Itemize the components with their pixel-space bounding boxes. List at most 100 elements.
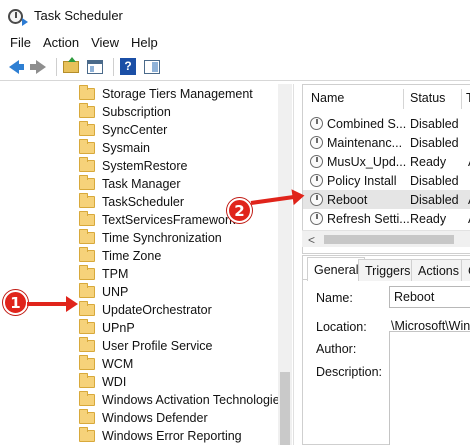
tree-item[interactable]: Storage Tiers Management <box>79 85 253 103</box>
name-label: Name: <box>316 291 353 305</box>
task-row[interactable]: MusUx_Upd...ReadyA <box>303 152 470 171</box>
task-clock-icon <box>310 155 323 168</box>
tree-item[interactable]: UPnP <box>79 319 135 337</box>
tree-item-label: SystemRestore <box>102 159 188 173</box>
tree-item[interactable]: Windows Error Reporting <box>79 427 242 445</box>
task-name: Combined S... <box>327 116 407 131</box>
tree-item[interactable]: Time Zone <box>79 247 161 265</box>
column-divider[interactable] <box>461 89 462 109</box>
task-row[interactable]: Refresh Setti...ReadyA <box>303 209 470 228</box>
tree-item[interactable]: WDI <box>79 373 126 391</box>
tree-item[interactable]: Subscription <box>79 103 171 121</box>
tree-item-label: Sysmain <box>102 141 150 155</box>
description-field[interactable] <box>389 331 470 445</box>
task-clock-icon <box>310 212 323 225</box>
task-row[interactable]: Maintenanc... Disabled <box>303 133 470 152</box>
task-row[interactable]: Combined S... Disabled <box>303 114 470 133</box>
annotation-badge-1: 1 <box>3 290 28 315</box>
folder-icon <box>79 85 95 100</box>
folder-icon <box>79 157 95 172</box>
author-label: Author: <box>316 342 357 356</box>
folder-icon <box>79 427 95 442</box>
tree-scroll-thumb[interactable] <box>280 372 290 445</box>
tree-item-label: Time Zone <box>102 249 162 263</box>
column-triggers[interactable]: T <box>466 85 470 111</box>
task-status: Disabled <box>410 173 459 188</box>
task-clock-icon <box>310 117 323 130</box>
task-scheduler-icon <box>8 7 28 26</box>
console-tree[interactable]: Storage Tiers Management Subscription Sync… <box>0 84 294 445</box>
column-name[interactable]: Name <box>311 85 344 111</box>
show-action-pane-button[interactable] <box>142 57 162 77</box>
tree-item-label: UPnP <box>102 321 135 335</box>
tree-item[interactable]: TextServicesFramework <box>79 211 235 229</box>
tree-item-label: Task Manager <box>102 177 181 191</box>
folder-icon <box>79 409 95 424</box>
menu-action[interactable]: Action <box>37 35 85 50</box>
show-action-pane-icon <box>144 59 160 74</box>
folder-icon <box>79 337 95 352</box>
annotation-arrow-1 <box>27 296 78 312</box>
task-status: Disabled <box>410 135 459 150</box>
task-list-horizontal-scrollbar[interactable]: < <box>302 230 470 247</box>
tree-item[interactable]: Task Manager <box>79 175 181 193</box>
forward-icon <box>30 59 46 74</box>
task-status: Ready <box>410 154 447 169</box>
tree-item[interactable]: UpdateOrchestrator <box>79 301 212 319</box>
tree-item-label: Time Synchronization <box>102 231 222 245</box>
task-clock-icon <box>310 174 323 187</box>
tree-item[interactable]: Time Synchronization <box>79 229 222 247</box>
tree-item[interactable]: TPM <box>79 265 128 283</box>
location-label: Location: <box>316 320 367 334</box>
task-row[interactable]: Policy Install Disabled <box>303 171 470 190</box>
tree-item[interactable]: TaskScheduler <box>79 193 184 211</box>
tree-item[interactable]: WCM <box>79 355 133 373</box>
help-icon: ? <box>120 58 136 75</box>
column-status[interactable]: Status <box>410 85 445 111</box>
up-folder-button[interactable] <box>61 56 81 77</box>
folder-icon <box>79 211 95 226</box>
column-divider[interactable] <box>403 89 404 109</box>
forward-button[interactable] <box>28 57 48 77</box>
folder-icon <box>79 139 95 154</box>
tree-item-label: SyncCenter <box>102 123 168 137</box>
scroll-left-icon[interactable]: < <box>308 233 315 247</box>
menu-help[interactable]: Help <box>125 35 164 50</box>
help-button[interactable]: ? <box>118 57 138 77</box>
horizontal-scroll-thumb[interactable] <box>324 235 454 244</box>
task-list: Name Status T Combined S...DisabledMaint… <box>302 84 470 254</box>
menu-file[interactable]: File <box>4 35 37 50</box>
task-name: Refresh Setti... <box>327 211 410 226</box>
task-name: Reboot <box>327 192 368 207</box>
tab-triggers[interactable]: Triggers <box>358 259 418 281</box>
tree-item[interactable]: SyncCenter <box>79 121 167 139</box>
tree-item-label: Windows Defender <box>102 411 208 425</box>
folder-icon <box>79 301 95 316</box>
tree-item-label: TPM <box>102 267 129 281</box>
tree-item[interactable]: SystemRestore <box>79 157 187 175</box>
task-row[interactable]: RebootDisabledA <box>303 190 470 209</box>
tab-conditions[interactable]: C <box>461 259 470 281</box>
show-console-tree-button[interactable] <box>85 57 105 77</box>
tree-item-label: Subscription <box>102 105 171 119</box>
folder-icon <box>79 283 95 298</box>
back-icon <box>9 59 24 74</box>
tree-item[interactable]: Windows Activation Technologie <box>79 391 280 409</box>
tree-item-label: Windows Activation Technologie <box>102 393 280 407</box>
tree-item[interactable]: User Profile Service <box>79 337 212 355</box>
tree-item[interactable]: Sysmain <box>79 139 150 157</box>
menu-view[interactable]: View <box>85 35 125 50</box>
tree-item[interactable]: UNP <box>79 283 128 301</box>
tree-item-label: User Profile Service <box>102 339 213 353</box>
tab-actions[interactable]: Actions <box>411 259 466 281</box>
name-field[interactable]: Reboot <box>389 286 470 308</box>
folder-icon <box>79 193 95 208</box>
task-clock-icon <box>310 193 323 206</box>
tree-item[interactable]: Windows Defender <box>79 409 208 427</box>
back-button[interactable] <box>4 57 24 77</box>
folder-icon <box>79 229 95 244</box>
detail-tabs: General Triggers Actions C <box>303 256 470 281</box>
window-title: Task Scheduler <box>34 8 123 23</box>
tab-general[interactable]: General <box>307 257 366 281</box>
annotation-badge-2: 2 <box>227 198 252 223</box>
